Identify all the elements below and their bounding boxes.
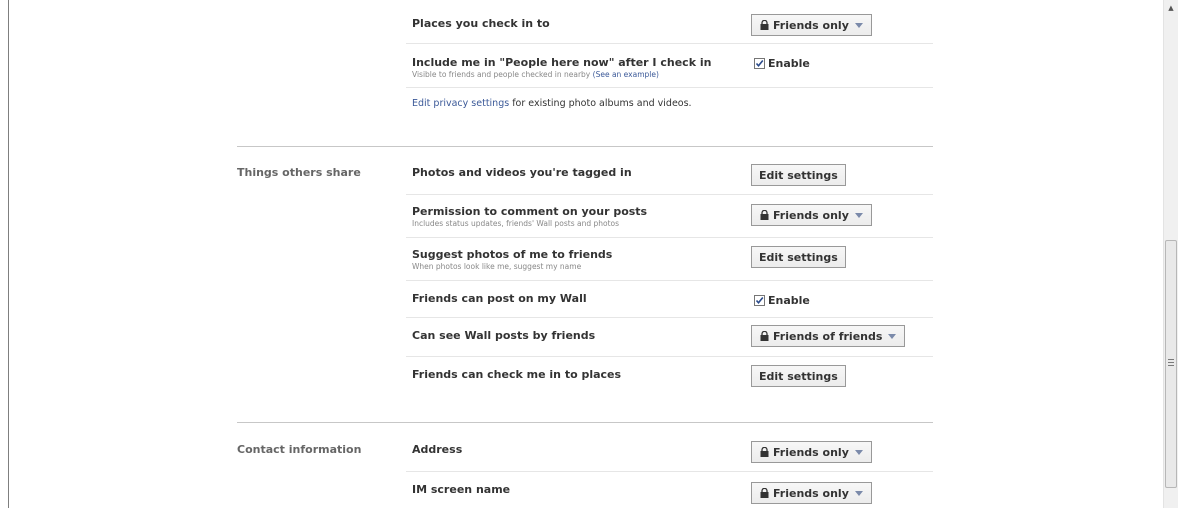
setting-title: Include me in "People here now" after I …	[412, 56, 712, 69]
chevron-down-icon	[854, 22, 863, 28]
scroll-thumb[interactable]	[1165, 240, 1177, 488]
setting-friends-check-in: Friends can check me in to places	[412, 368, 621, 381]
setting-photos-tagged: Photos and videos you're tagged in	[412, 166, 632, 179]
chevron-down-icon	[854, 449, 863, 455]
setting-title: Permission to comment on your posts	[412, 205, 648, 218]
chevron-down-icon	[888, 333, 897, 339]
setting-description-text: Visible to friends and people checked in…	[412, 70, 591, 79]
section-label-things-others-share: Things others share	[237, 166, 361, 179]
privacy-selector-im[interactable]: Friends only	[751, 482, 872, 504]
enable-people-here-now[interactable]: Enable	[754, 57, 810, 70]
setting-friends-post-wall: Friends can post on my Wall	[412, 292, 587, 305]
enable-label: Enable	[768, 57, 810, 70]
checkbox-checked[interactable]	[754, 295, 765, 306]
see-example-link[interactable]: (See an example)	[593, 70, 659, 79]
setting-people-here-now: Include me in "People here now" after I …	[412, 56, 711, 79]
row-separator	[406, 471, 933, 472]
lock-icon	[760, 488, 769, 498]
row-separator	[406, 237, 933, 238]
edit-privacy-note: Edit privacy settings for existing photo…	[412, 98, 692, 109]
enable-friends-post-wall[interactable]: Enable	[754, 294, 810, 307]
privacy-label: Friends of friends	[773, 329, 883, 343]
setting-suggest-photos: Suggest photos of me to friends When pho…	[412, 248, 612, 271]
row-separator	[406, 280, 933, 281]
edit-privacy-settings-link[interactable]: Edit privacy settings	[412, 98, 509, 109]
row-separator	[406, 356, 933, 357]
setting-title: Places you check in to	[412, 17, 550, 30]
setting-title: Address	[412, 443, 463, 456]
privacy-selector-places[interactable]: Friends only	[751, 14, 872, 36]
privacy-selector-address[interactable]: Friends only	[751, 441, 872, 463]
setting-address: Address	[412, 443, 462, 456]
row-separator	[406, 87, 933, 88]
enable-label: Enable	[768, 294, 810, 307]
row-separator	[406, 317, 933, 318]
edit-settings-button-suggest-photos[interactable]: Edit settings	[751, 246, 846, 268]
setting-title: Can see Wall posts by friends	[412, 329, 596, 342]
setting-places-check-in: Places you check in to	[412, 17, 550, 30]
row-separator	[406, 43, 933, 44]
privacy-label: Friends only	[773, 208, 849, 222]
row-separator	[406, 194, 933, 195]
lock-icon	[760, 20, 769, 30]
left-border	[8, 0, 9, 508]
privacy-selector-wall-posts[interactable]: Friends of friends	[751, 325, 906, 347]
setting-description: Includes status updates, friends' Wall p…	[412, 219, 620, 228]
privacy-label: Friends only	[773, 445, 849, 459]
lock-icon	[760, 210, 769, 220]
section-label-contact-information: Contact information	[237, 443, 362, 456]
setting-description: Visible to friends and people checked in…	[412, 70, 711, 79]
setting-title: Photos and videos you're tagged in	[412, 166, 632, 179]
privacy-label: Friends only	[773, 486, 849, 500]
edit-privacy-note-text: for existing photo albums and videos.	[509, 98, 692, 109]
grip-icon	[1168, 359, 1174, 368]
setting-title: IM screen name	[412, 483, 511, 496]
privacy-selector-comment[interactable]: Friends only	[751, 204, 872, 226]
section-separator	[237, 146, 933, 147]
setting-description: When photos look like me, suggest my nam…	[412, 262, 582, 271]
setting-title: Suggest photos of me to friends	[412, 248, 613, 261]
lock-icon	[760, 331, 769, 341]
lock-icon	[760, 447, 769, 457]
scroll-up-arrow-icon[interactable]: ▲	[1164, 0, 1178, 17]
edit-settings-button-check-in[interactable]: Edit settings	[751, 365, 846, 387]
setting-see-wall-posts: Can see Wall posts by friends	[412, 329, 595, 342]
setting-permission-comment: Permission to comment on your posts Incl…	[412, 205, 647, 228]
chevron-down-icon	[854, 212, 863, 218]
checkbox-checked[interactable]	[754, 58, 765, 69]
chevron-down-icon	[854, 490, 863, 496]
edit-settings-button-photos-tagged[interactable]: Edit settings	[751, 164, 846, 186]
privacy-label: Friends only	[773, 18, 849, 32]
setting-title: Friends can post on my Wall	[412, 292, 587, 305]
setting-title: Friends can check me in to places	[412, 368, 622, 381]
vertical-scrollbar[interactable]: ▲	[1163, 0, 1178, 508]
section-separator	[237, 422, 933, 423]
setting-im-screen-name: IM screen name	[412, 483, 510, 496]
